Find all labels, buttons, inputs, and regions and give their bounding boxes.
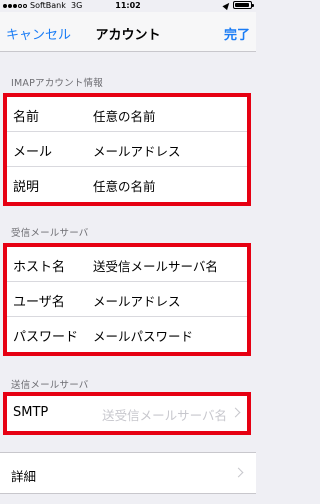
page-title: アカウント bbox=[95, 28, 161, 43]
description-row[interactable]: 説明 任意の名前 bbox=[7, 167, 247, 202]
username-field[interactable]: メールアドレス bbox=[93, 291, 181, 310]
email-row[interactable]: メール メールアドレス bbox=[7, 132, 247, 167]
description-field[interactable]: 任意の名前 bbox=[93, 176, 156, 195]
status-time: 11:02 bbox=[115, 1, 141, 10]
outgoing-server-group: SMTP 送受信メールサーバ名 bbox=[3, 392, 251, 435]
imap-section-header: IMAPアカウント情報 bbox=[11, 78, 103, 89]
incoming-section-header: 受信メールサーバ bbox=[11, 228, 89, 239]
account-settings-screen: SoftBank 3G 11:02 キャンセル アカウント 完了 IMAPアカウ… bbox=[0, 0, 256, 504]
hostname-field[interactable]: 送受信メールサーバ名 bbox=[93, 256, 218, 275]
name-label: 名前 bbox=[13, 110, 40, 125]
status-right bbox=[222, 0, 254, 10]
outgoing-section-header: 送信メールサーバ bbox=[11, 380, 89, 391]
email-field[interactable]: メールアドレス bbox=[93, 141, 181, 160]
description-label: 説明 bbox=[13, 180, 40, 195]
password-label: パスワード bbox=[13, 330, 79, 345]
password-row[interactable]: パスワード メールパスワード bbox=[7, 317, 247, 352]
battery-icon bbox=[233, 1, 254, 9]
location-arrow-icon bbox=[222, 0, 232, 10]
name-field[interactable]: 任意の名前 bbox=[93, 106, 156, 125]
smtp-label: SMTP bbox=[13, 405, 49, 420]
smtp-server-value: 送受信メールサーバ名 bbox=[102, 408, 227, 423]
imap-account-group: 名前 任意の名前 メール メールアドレス 説明 任意の名前 bbox=[3, 93, 251, 206]
done-button[interactable]: 完了 bbox=[224, 24, 250, 43]
status-bar: SoftBank 3G 11:02 bbox=[0, 0, 256, 12]
hostname-row[interactable]: ホスト名 送受信メールサーバ名 bbox=[7, 247, 247, 282]
name-row[interactable]: 名前 任意の名前 bbox=[7, 97, 247, 132]
chevron-right-icon bbox=[233, 467, 244, 478]
password-field[interactable]: メールパスワード bbox=[93, 326, 193, 345]
advanced-label: 詳細 bbox=[11, 469, 37, 484]
chevron-right-icon bbox=[230, 407, 241, 418]
smtp-row[interactable]: SMTP 送受信メールサーバ名 bbox=[7, 396, 247, 431]
username-row[interactable]: ユーザ名 メールアドレス bbox=[7, 282, 247, 317]
username-label: ユーザ名 bbox=[13, 295, 65, 310]
incoming-server-group: ホスト名 送受信メールサーバ名 ユーザ名 メールアドレス パスワード メールパス… bbox=[3, 243, 251, 356]
advanced-row[interactable]: 詳細 bbox=[0, 452, 256, 494]
navigation-bar: キャンセル アカウント 完了 bbox=[0, 12, 256, 52]
hostname-label: ホスト名 bbox=[13, 260, 66, 275]
email-label: メール bbox=[13, 145, 53, 160]
